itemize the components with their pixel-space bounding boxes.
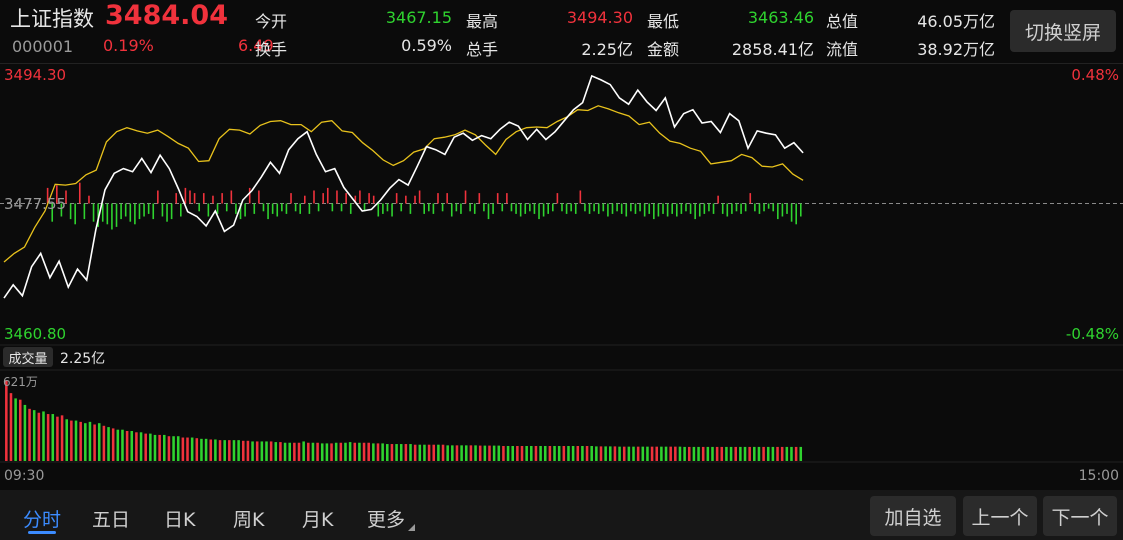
add-watchlist-button[interactable]: 加自选	[870, 496, 956, 536]
volume-max-label: 621万	[3, 375, 38, 389]
price-axis-top: 3494.30	[4, 66, 67, 84]
tab-intraday[interactable]: 分时	[23, 505, 61, 532]
tab-five-day[interactable]: 五日	[92, 505, 130, 532]
average-price-line	[3, 105, 804, 263]
price-axis-mid: 3477.55	[4, 195, 67, 213]
intraday-chart	[0, 74, 1123, 463]
tab-daily-k[interactable]: 日K	[164, 505, 195, 532]
price-lines	[3, 74, 804, 299]
price-line	[3, 74, 804, 299]
price-axis-bottom: 3460.80	[4, 325, 67, 343]
net-flow-bars	[46, 182, 802, 230]
time-start: 09:30	[4, 468, 45, 484]
active-tab-indicator	[28, 531, 56, 534]
previous-button[interactable]: 上一个	[963, 496, 1037, 536]
pct-axis-bottom: -0.48%	[1065, 325, 1119, 343]
volume-total: 2.25亿	[60, 351, 106, 367]
time-end: 15:00	[1078, 468, 1119, 484]
tab-monthly-k[interactable]: 月K	[302, 505, 333, 532]
pct-axis-top: 0.48%	[1071, 66, 1119, 84]
next-button[interactable]: 下一个	[1043, 496, 1117, 536]
grid-lines	[0, 203, 1123, 463]
more-corner-icon	[408, 524, 415, 531]
volume-badge[interactable]: 成交量	[3, 347, 53, 367]
tab-more[interactable]: 更多	[367, 505, 405, 532]
volume-bars	[5, 380, 803, 461]
tab-weekly-k[interactable]: 周K	[233, 505, 264, 532]
